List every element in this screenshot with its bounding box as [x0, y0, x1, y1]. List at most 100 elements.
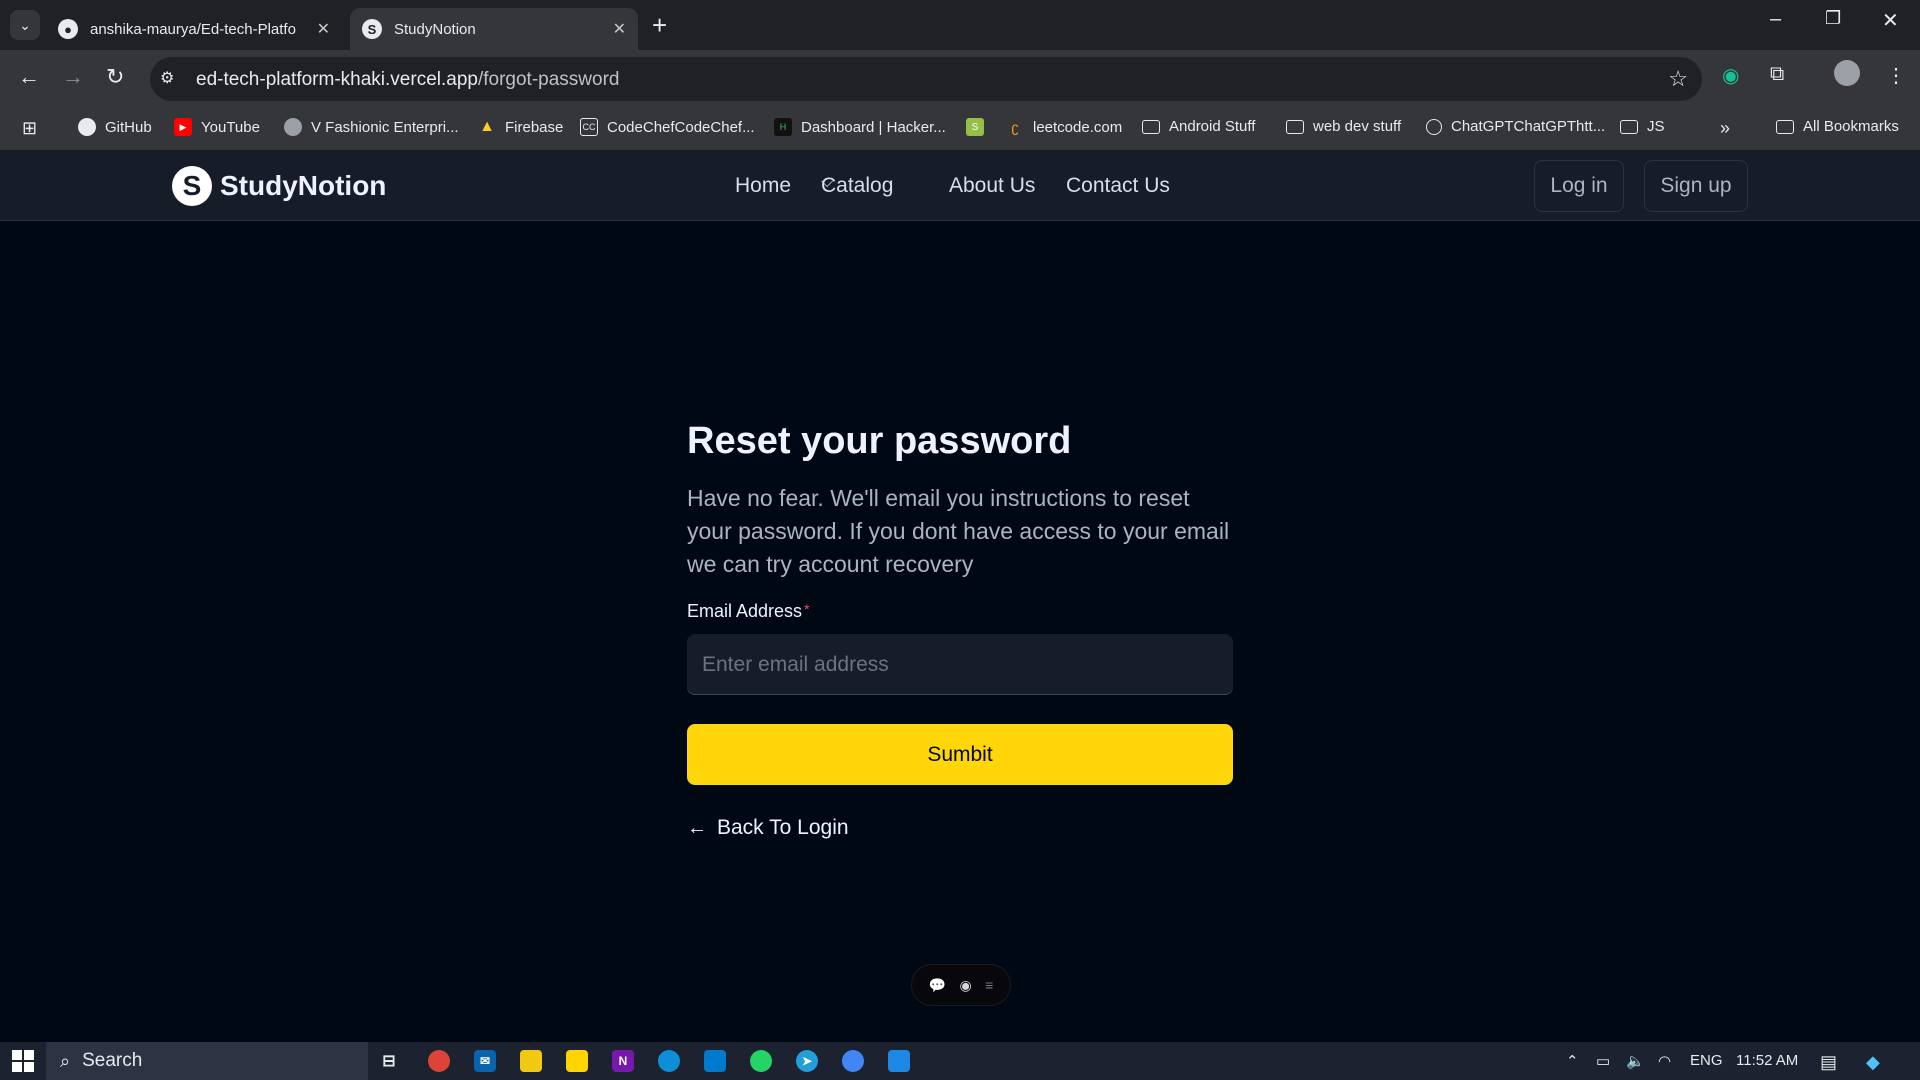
tab-studynotion[interactable]: S StudyNotion ✕ — [350, 8, 638, 50]
clock[interactable]: 11:52 AM — [1736, 1052, 1798, 1069]
bookmark-hackerrank[interactable]: H Dashboard | Hacker... — [774, 118, 946, 136]
copilot-icon[interactable]: ◆ — [1866, 1052, 1880, 1073]
back-arrow-icon[interactable]: ← — [18, 64, 40, 90]
page-subtitle: Have no fear. We'll email you instructio… — [687, 485, 1230, 577]
github-icon: ● — [58, 19, 78, 39]
mail-icon[interactable]: ✉ — [474, 1050, 496, 1072]
chrome-active-icon[interactable] — [842, 1050, 864, 1072]
bookmark-folder-webdev[interactable]: web dev stuff — [1286, 118, 1401, 135]
bookmark-youtube[interactable]: ▶ YouTube — [174, 118, 260, 136]
email-label: Email Address * — [687, 601, 1233, 622]
apps-grid-icon[interactable]: ⊞ — [22, 118, 37, 139]
close-icon[interactable]: ✕ — [317, 19, 330, 39]
extensions-icon[interactable]: ⧉ — [1770, 63, 1784, 86]
bookmark-chatgpt[interactable]: ChatGPTChatGPThtt... — [1426, 118, 1605, 135]
url-path: /forgot-password — [477, 69, 620, 90]
forward-arrow-icon[interactable]: → — [62, 64, 84, 90]
email-field[interactable] — [687, 634, 1233, 695]
task-view-icon[interactable]: ⊟ — [378, 1050, 400, 1072]
site-logo[interactable]: S StudyNotion — [172, 166, 386, 206]
all-bookmarks[interactable]: All Bookmarks — [1776, 118, 1899, 135]
sticky-notes-icon[interactable] — [566, 1050, 588, 1072]
bookmark-codechef[interactable]: CC CodeChefCodeChef... — [580, 118, 755, 136]
whatsapp-icon[interactable] — [750, 1050, 772, 1072]
onenote-icon[interactable]: N — [612, 1050, 634, 1072]
photos-icon[interactable] — [888, 1050, 910, 1072]
volume-icon[interactable]: 🔈 — [1626, 1052, 1645, 1070]
bookmark-leetcode[interactable]: ʗ leetcode.com — [1006, 118, 1123, 136]
floating-toolbar: 💬 ◉ ≡ — [911, 964, 1011, 1006]
chevron-down-icon: ⌵ — [821, 174, 834, 191]
nav-contact[interactable]: Contact Us — [1066, 174, 1170, 198]
hackerrank-icon: H — [774, 118, 792, 136]
site-info-icon[interactable]: ⚙ — [160, 68, 174, 88]
file-explorer-icon[interactable] — [520, 1050, 542, 1072]
bookmark-firebase[interactable]: ▲ Firebase — [478, 118, 563, 136]
nav-about[interactable]: About Us — [949, 174, 1035, 198]
tab-title: anshika-maurya/Ed-tech-Platfo — [90, 20, 296, 38]
grammarly-icon[interactable]: ◉ — [1722, 63, 1739, 88]
github-icon — [78, 118, 96, 136]
folder-icon — [1776, 119, 1794, 134]
email-label-text: Email Address — [687, 601, 803, 621]
chrome-icon[interactable] — [428, 1050, 450, 1072]
menu-lines-icon[interactable]: ≡ — [985, 977, 993, 993]
page-title: Reset your password — [687, 420, 1072, 462]
edge-icon[interactable] — [658, 1050, 680, 1072]
comment-icon[interactable]: 💬 — [929, 977, 946, 994]
arrow-left-icon: ← — [687, 816, 707, 839]
bookmark-label: GitHub — [105, 118, 152, 136]
brand-name: StudyNotion — [220, 170, 387, 201]
tab-search-button[interactable]: ⌄ — [10, 10, 40, 40]
back-to-login-label: Back To Login — [717, 816, 849, 839]
shopify-icon: S — [966, 118, 984, 136]
youtube-icon: ▶ — [174, 118, 192, 136]
address-bar[interactable]: ⚙ ed-tech-platform-khaki.vercel.app/forg… — [150, 57, 1702, 101]
bookmark-vfashionic[interactable]: V Fashionic Enterpri... — [284, 118, 459, 136]
language-indicator[interactable]: ENG — [1690, 1052, 1723, 1069]
bookmark-folder-android[interactable]: Android Stuff — [1142, 118, 1255, 135]
restore-icon[interactable]: ❐ — [1825, 8, 1841, 29]
telegram-icon[interactable]: ➤ — [796, 1050, 818, 1072]
taskbar-search[interactable]: ⌕ Search — [46, 1042, 368, 1080]
chevron-up-icon[interactable]: ⌃ — [1566, 1052, 1579, 1070]
folder-icon — [1142, 119, 1160, 134]
windows-start-icon[interactable] — [12, 1050, 34, 1072]
new-tab-button[interactable]: + — [652, 10, 667, 41]
chevron-down-icon: ⌄ — [19, 16, 31, 33]
back-to-login-link[interactable]: ← Back To Login — [687, 816, 1233, 840]
browser-tab-bar: ⌄ ● anshika-maurya/Ed-tech-Platfo ✕ S St… — [0, 0, 1920, 50]
notifications-icon[interactable]: ▤ — [1820, 1052, 1837, 1073]
vscode-icon[interactable] — [704, 1050, 726, 1072]
avatar[interactable] — [1834, 60, 1860, 86]
bookmark-label: Android Stuff — [1169, 118, 1256, 135]
bookmark-github[interactable]: GitHub — [78, 118, 152, 136]
firebase-icon: ▲ — [479, 118, 495, 135]
bookmark-label: V Fashionic Enterpri... — [311, 118, 459, 136]
bookmark-star-icon[interactable]: ☆ — [1668, 66, 1688, 92]
window-close-icon[interactable]: ✕ — [1882, 8, 1899, 33]
bookmark-label: ChatGPTChatGPThtt... — [1451, 118, 1606, 135]
studynotion-icon: S — [362, 19, 382, 39]
minimize-icon[interactable]: – — [1770, 8, 1781, 31]
folder-icon — [1620, 119, 1638, 134]
close-icon[interactable]: ✕ — [613, 19, 626, 39]
page-viewport: S StudyNotion Home Catalog ⌵ About Us Co… — [0, 150, 1920, 1042]
submit-button[interactable]: Sumbit — [687, 724, 1233, 785]
reload-icon[interactable]: ↻ — [106, 64, 124, 90]
battery-icon[interactable]: ▭ — [1596, 1052, 1610, 1070]
os-taskbar: ⌕ Search ⊟ ✉ N ➤ ⌃ ▭ 🔈 ◠ ENG 11:52 AM ▤ … — [0, 1042, 1920, 1080]
taskbar-search-label: Search — [82, 1050, 143, 1071]
tab-github[interactable]: ● anshika-maurya/Ed-tech-Platfo ✕ — [46, 8, 342, 50]
bookmark-shopify[interactable]: S — [966, 118, 993, 136]
login-button[interactable]: Log in — [1534, 160, 1624, 212]
chevron-double-right-icon[interactable]: » — [1720, 118, 1730, 139]
eye-icon[interactable]: ◉ — [960, 977, 972, 994]
url-text: ed-tech-platform-khaki.vercel.app/forgot… — [196, 69, 619, 91]
bookmark-folder-js[interactable]: JS — [1620, 118, 1665, 135]
reset-password-form: Reset your password Have no fear. We'll … — [687, 418, 1233, 840]
menu-dots-icon[interactable]: ⋮ — [1886, 63, 1906, 88]
signup-button[interactable]: Sign up — [1644, 160, 1748, 212]
wifi-icon[interactable]: ◠ — [1658, 1052, 1671, 1070]
nav-home[interactable]: Home — [735, 174, 791, 198]
